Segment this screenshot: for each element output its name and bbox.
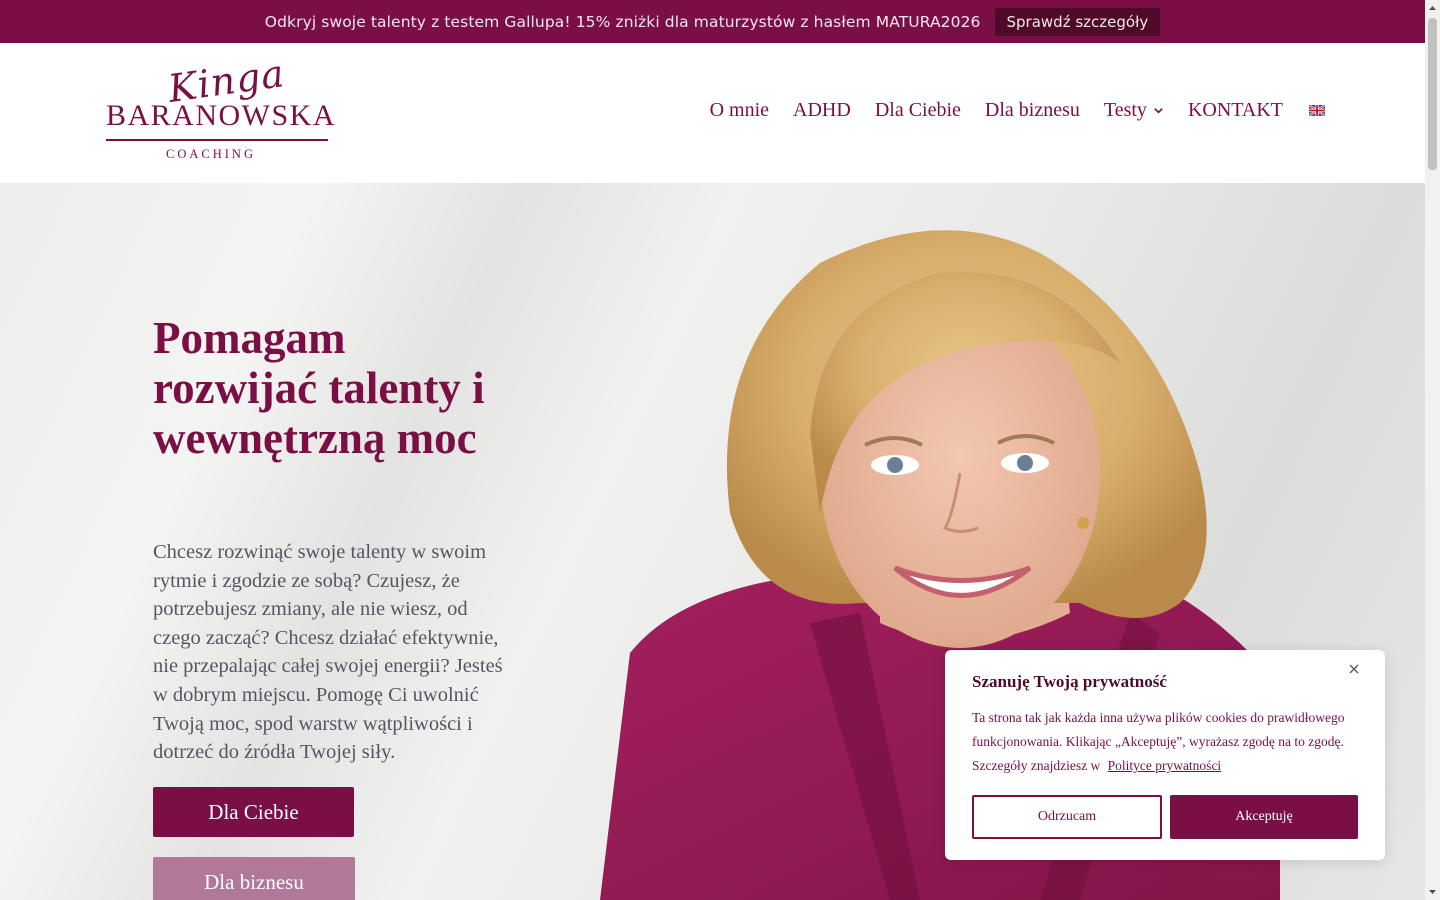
logo[interactable]: Kinga BARANOWSKA COACHING bbox=[106, 51, 335, 165]
nav-item-o-mnie[interactable]: O mnie bbox=[710, 99, 769, 122]
dla-ciebie-button[interactable]: Dla Ciebie bbox=[153, 787, 354, 837]
cookie-consent-dialog: Szanuję Twoją prywatność Ta strona tak j… bbox=[945, 650, 1385, 860]
scroll-up-arrow-icon[interactable] bbox=[1428, 4, 1437, 13]
hero-description: Chcesz rozwinąć swoje talenty w swoim ry… bbox=[153, 541, 503, 764]
nav-item-kontakt[interactable]: KONTAKT bbox=[1188, 99, 1283, 122]
main-nav: O mnie ADHD Dla Ciebie Dla biznesu Testy… bbox=[710, 99, 1325, 122]
accept-cookies-button[interactable]: Akceptuję bbox=[1170, 795, 1358, 839]
logo-underline bbox=[106, 139, 328, 141]
cookie-title: Szanuję Twoją prywatność bbox=[972, 672, 1167, 691]
hero-title: Pomagam rozwijać talenty i wewnętrzną mo… bbox=[153, 313, 485, 463]
scroll-down-arrow-icon[interactable] bbox=[1428, 887, 1437, 896]
promo-text: Odkryj swoje talenty z testem Gallupa! 1… bbox=[264, 12, 981, 31]
dla-biznesu-button[interactable]: Dla biznesu bbox=[153, 857, 355, 900]
promo-details-button[interactable]: Sprawdź szczegóły bbox=[994, 7, 1161, 36]
nav-item-testy[interactable]: Testy bbox=[1104, 99, 1164, 122]
nav-item-dla-biznesu[interactable]: Dla biznesu bbox=[985, 99, 1080, 122]
site-header: Kinga BARANOWSKA COACHING O mnie ADHD Dl… bbox=[0, 43, 1425, 183]
nav-item-dla-ciebie[interactable]: Dla Ciebie bbox=[875, 99, 961, 122]
close-icon[interactable] bbox=[1345, 660, 1363, 678]
cookie-text-block: Ta strona tak jak każda inna używa plikó… bbox=[972, 706, 1362, 778]
nav-item-adhd[interactable]: ADHD bbox=[793, 99, 851, 122]
nav-item-testy-label: Testy bbox=[1103, 99, 1147, 121]
uk-flag-icon[interactable] bbox=[1309, 105, 1325, 116]
scrollbar-thumb[interactable] bbox=[1428, 18, 1437, 170]
chevron-down-icon bbox=[1154, 108, 1163, 114]
page-scrollbar[interactable] bbox=[1425, 0, 1440, 900]
promo-bar: Odkryj swoje talenty z testem Gallupa! 1… bbox=[0, 0, 1425, 43]
privacy-policy-link[interactable]: Polityce prywatności bbox=[1108, 758, 1222, 773]
logo-subtitle: COACHING bbox=[166, 147, 256, 161]
reject-cookies-button[interactable]: Odrzucam bbox=[972, 795, 1162, 839]
logo-name: BARANOWSKA bbox=[106, 99, 337, 132]
